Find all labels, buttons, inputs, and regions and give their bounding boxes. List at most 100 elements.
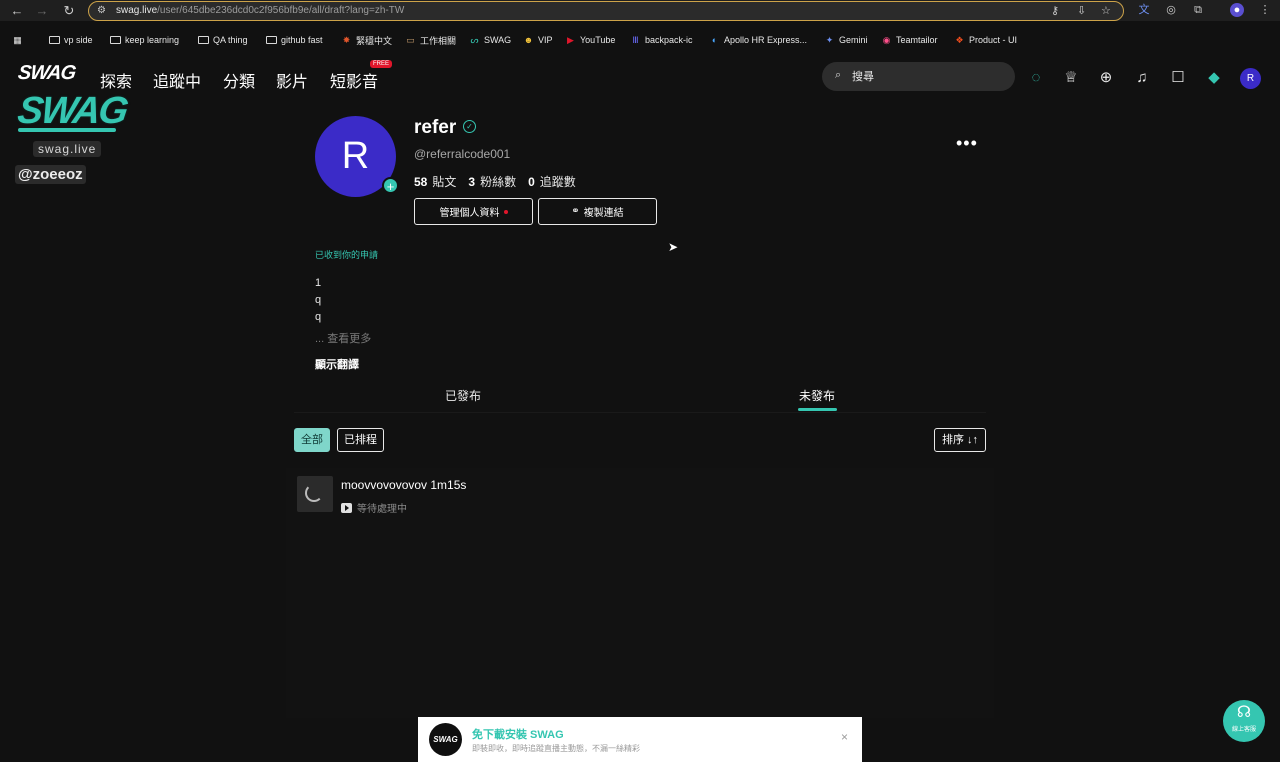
profile-handle: @referralcode001 [414,147,511,161]
puzzle-icon[interactable]: ⧉ [1191,3,1205,17]
user-avatar[interactable]: R [1240,68,1261,89]
back-icon[interactable]: ← [9,3,25,19]
followers-stat[interactable]: 3 粉絲數 [468,173,516,190]
nav-shorts[interactable]: 短影音 [330,68,378,92]
emoji-icon: ☻ [523,34,534,45]
browser-toolbar: ← → ↻ ⚙ swag.live/user/645dbe236dcd0c2f9… [0,0,1280,21]
bookmark-keep-learning[interactable]: keep learning [110,33,179,47]
bookmark-work[interactable]: ▭ 工作相關 [405,33,456,47]
nav-categories[interactable]: 分類 [223,68,255,92]
bookmark-backpack[interactable]: Ⅲbackpack-ic [630,33,692,47]
bookmark-apollo[interactable]: ◐ Apollo HR Express... [709,33,807,47]
trophy-icon[interactable]: ♕ [1061,68,1081,88]
bell-icon[interactable]: ♫ [1132,68,1152,88]
site-header: SWAG 探索 追蹤中 分類 影片 短影音 FREE ⌕ ◌ ♕ ⊕ ♫ ☐ ◆… [0,56,1280,100]
add-icon[interactable]: ⊕ [1096,68,1116,88]
bookmarks-bar: ▦ vp side keep learning QA thing github … [0,29,1280,51]
support-label: 線上客服 [1231,727,1256,733]
star-burst-icon: ✸ [342,34,351,45]
reload-icon[interactable]: ↻ [61,3,77,19]
extension-icon[interactable]: ◎ [1164,3,1178,17]
profile-name: refer [414,117,457,138]
customer-support-button[interactable]: ☊ 線上客服 [1223,700,1265,742]
folder-icon [110,36,121,44]
post-status: 等待處理中 [341,500,407,515]
tab-unpublished[interactable]: 未發布 [799,387,835,404]
watermark-site: swag.live [33,141,102,157]
site-logo[interactable]: SWAG [16,62,77,85]
apps-icon[interactable]: ▦ [12,33,23,47]
close-icon[interactable]: × [841,730,848,744]
nav-videos[interactable]: 影片 [276,68,308,92]
youtube-icon: ▶ [567,34,574,45]
swag-icon: ᔕ [470,34,479,45]
folder-icon [198,36,209,44]
bookmark-vp-side[interactable]: vp side [49,33,93,47]
teamtailor-icon: ◉ [882,34,891,45]
banner-subtitle: 即裝即收，即時追蹤直播主動態，不漏一絲精彩 [472,744,640,753]
diamond-icon[interactable]: ◆ [1204,68,1224,88]
watermark-underline [18,128,116,132]
apollo-icon: ◐ [711,34,718,45]
post-thumbnail[interactable] [297,476,333,512]
headset-icon: ☊ [1236,704,1252,721]
address-bar[interactable]: ⚙ swag.live/user/645dbe236dcd0c2f956bfb9… [88,1,1124,21]
free-badge: FREE [370,60,393,68]
filter-all[interactable]: 全部 [294,428,330,452]
bio-line: 1 [315,277,322,289]
bookmark-github-fast[interactable]: github fast [266,33,323,47]
following-stat[interactable]: 0 追蹤數 [528,173,576,190]
see-more-link[interactable]: ... 查看更多 [315,330,371,346]
bookmark-teamtailor[interactable]: ◉ Teamtailor [881,33,938,47]
install-icon[interactable]: ⇩ [1077,4,1086,17]
translate-icon[interactable]: 文 [1137,3,1151,17]
menu-icon[interactable]: ⋮ [1258,3,1272,17]
verified-icon: ✓ [463,120,476,133]
banner-title[interactable]: 免下載安裝 SWAG [472,726,564,742]
watermark-handle: @zoeeoz [15,165,86,184]
live-icon[interactable]: ◌ [1026,68,1046,88]
search-input[interactable] [852,67,1002,86]
posts-stat[interactable]: 58 貼文 [414,173,456,190]
show-translation-link[interactable]: 顯示翻譯 [315,356,359,372]
manage-profile-button[interactable]: 管理個人資料 [414,198,533,225]
post-title[interactable]: moovvovovovov 1m15s [341,478,466,492]
add-story-icon[interactable]: + [382,177,399,194]
folder-icon [266,36,277,44]
figma-icon: ❖ [955,34,964,45]
notification-dot [503,209,508,214]
copy-link-button[interactable]: ⚭ 複製連結 [538,198,657,225]
bookmark-qa-thing[interactable]: QA thing [198,33,248,47]
url-text[interactable]: swag.live/user/645dbe236dcd0c2f956bfb9e/… [116,5,404,16]
tab-published[interactable]: 已發布 [445,387,481,404]
folder-icon [49,36,60,44]
application-received-note: 已收到你的申請 [315,250,379,260]
bookmark-product-ui[interactable]: ❖ Product - UI [954,33,1017,47]
bio-line: q [315,311,322,323]
key-icon[interactable]: ⚷ [1051,4,1059,17]
bookmark-chinese[interactable]: ✸ 緊穩中文 [341,33,392,47]
profile-icon[interactable]: ● [1230,3,1244,17]
filter-scheduled[interactable]: 已排程 [337,428,384,452]
link-icon: ⚭ [571,206,580,217]
bookmark-youtube[interactable]: ▶ YouTube [565,33,615,47]
shop-icon[interactable]: ☐ [1168,68,1188,88]
bookmark-gemini[interactable]: ✦ Gemini [824,33,868,47]
bookmark-vip[interactable]: ☻ VIP [523,33,553,47]
active-tab-indicator [798,408,837,411]
bio-line: q [315,294,322,306]
loading-spinner-icon [305,484,323,502]
bookmark-swag[interactable]: ᔕ SWAG [469,33,511,47]
mouse-cursor-icon: ➤ [668,240,679,254]
install-banner[interactable]: SWAG 免下載安裝 SWAG 即裝即收，即時追蹤直播主動態，不漏一絲精彩 × [418,717,862,762]
video-icon [341,502,352,513]
nav-explore[interactable]: 探索 [100,68,132,92]
search-bar[interactable]: ⌕ [822,62,1015,91]
forward-icon[interactable]: → [34,3,50,19]
backpack-icon: Ⅲ [632,34,639,45]
sort-button[interactable]: 排序 ↓↑ [934,428,986,452]
nav-following[interactable]: 追蹤中 [153,68,201,92]
more-options-icon[interactable]: ••• [956,134,978,152]
bookmark-star-icon[interactable]: ☆ [1101,4,1111,17]
site-info-icon[interactable]: ⚙ [97,5,106,16]
